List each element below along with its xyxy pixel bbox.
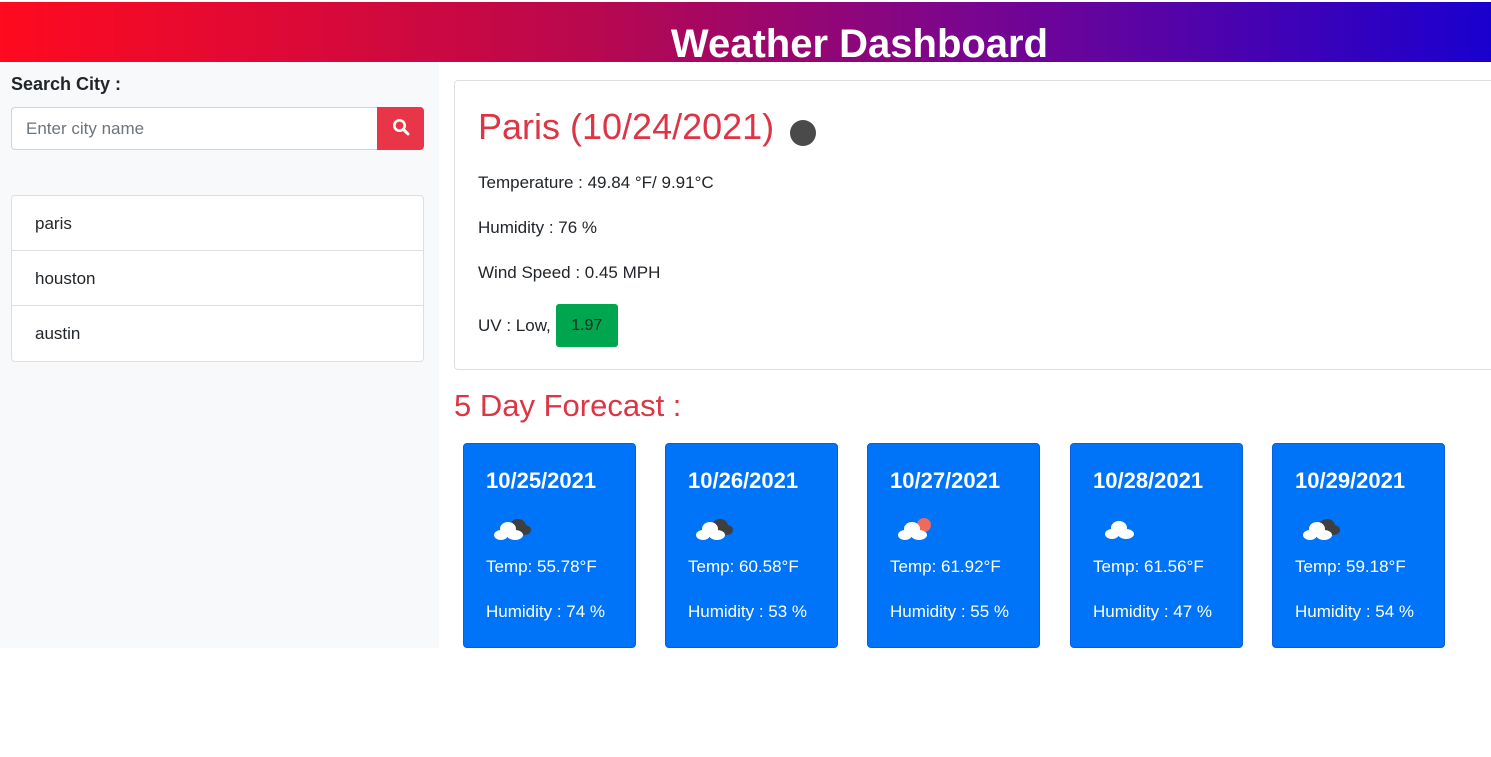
weather-icon (790, 120, 816, 146)
sidebar: Search City : paris houston austin (0, 62, 439, 648)
forecast-humidity: Humidity : 55 % (890, 602, 1010, 621)
few-clouds-icon (894, 514, 938, 544)
broken-clouds-icon (1299, 514, 1343, 544)
forecast-card: 10/28/2021 Temp: 61.56°F Humidity : 47 % (1070, 443, 1243, 648)
search-icon (392, 118, 410, 139)
uv-badge: 1.97 (555, 304, 618, 347)
forecast-row: 10/25/2021 Temp: 55.78°F Humidity : 74 %… (463, 443, 1453, 648)
forecast-title: 5 Day Forecast : (454, 388, 682, 423)
search-button[interactable] (377, 107, 424, 150)
forecast-card: 10/26/2021 Temp: 60.58°F Humidity : 53 % (665, 443, 838, 648)
forecast-date: 10/28/2021 (1093, 468, 1204, 493)
broken-clouds-icon (692, 514, 736, 544)
forecast-date: 10/29/2021 (1295, 468, 1406, 493)
forecast-card: 10/27/2021 Temp: 61.92°F Humidity : 55 % (867, 443, 1040, 648)
history-item-paris[interactable]: paris (12, 196, 423, 251)
scattered-clouds-icon (1097, 514, 1141, 544)
current-weather-card: Paris (10/24/2021) Temperature : 49.84 °… (454, 80, 1491, 370)
search-history-list: paris houston austin (11, 195, 424, 362)
humidity-text: Humidity : 76 % (478, 218, 598, 237)
forecast-humidity: Humidity : 53 % (688, 602, 808, 621)
search-input[interactable] (11, 107, 378, 150)
broken-clouds-icon (490, 514, 534, 544)
forecast-temp: Temp: 60.58°F (688, 557, 799, 576)
history-item-austin[interactable]: austin (12, 306, 423, 361)
uv-row: UV : Low, 1.97 (478, 304, 618, 347)
forecast-temp: Temp: 59.18°F (1295, 557, 1406, 576)
forecast-temp: Temp: 55.78°F (486, 557, 597, 576)
history-item-houston[interactable]: houston (12, 251, 423, 306)
forecast-temp: Temp: 61.92°F (890, 557, 1001, 576)
forecast-humidity: Humidity : 74 % (486, 602, 606, 621)
app-header: Weather Dashboard (0, 2, 1491, 66)
wind-speed-text: Wind Speed : 0.45 MPH (478, 263, 661, 282)
forecast-humidity: Humidity : 54 % (1295, 602, 1415, 621)
forecast-date: 10/26/2021 (688, 468, 799, 493)
forecast-date: 10/25/2021 (486, 468, 597, 493)
forecast-humidity: Humidity : 47 % (1093, 602, 1213, 621)
temperature-text: Temperature : 49.84 °F/ 9.91°C (478, 173, 714, 192)
city-title: Paris (10/24/2021) (478, 106, 775, 147)
uv-label: UV : Low, (478, 315, 551, 335)
forecast-card: 10/25/2021 Temp: 55.78°F Humidity : 74 % (463, 443, 636, 648)
forecast-card: 10/29/2021 Temp: 59.18°F Humidity : 54 % (1272, 443, 1445, 648)
page-title: Weather Dashboard (670, 22, 1049, 66)
forecast-temp: Temp: 61.56°F (1093, 557, 1204, 576)
search-label: Search City : (11, 74, 122, 94)
forecast-date: 10/27/2021 (890, 468, 1001, 493)
